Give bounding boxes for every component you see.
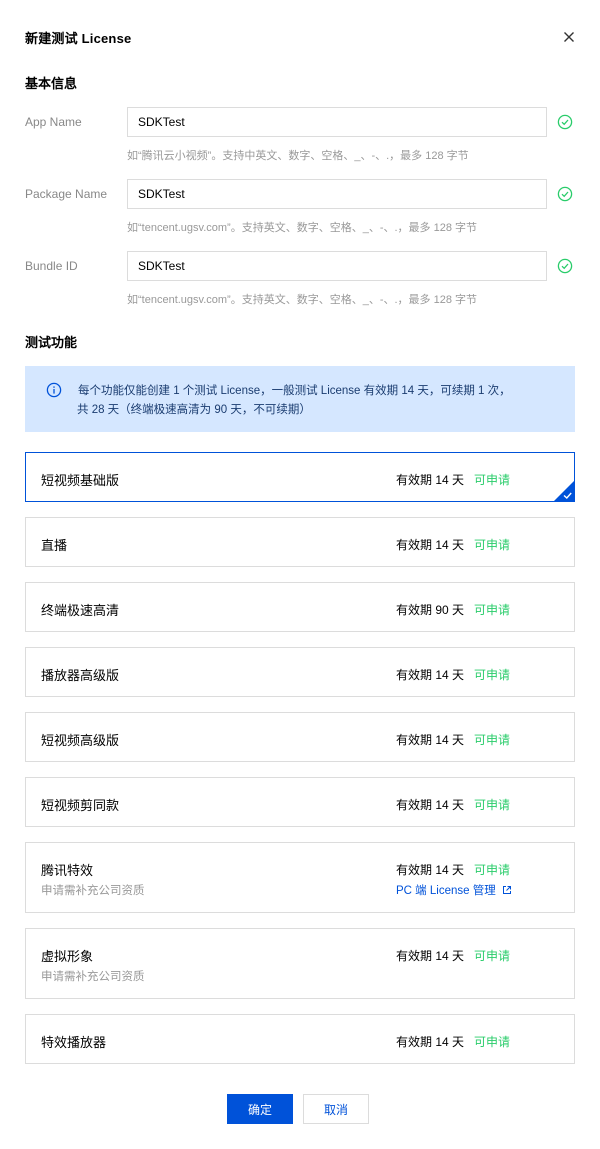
notice-text-line1: 每个功能仅能创建 1 个测试 License，一般测试 License 有效期 … (78, 385, 511, 397)
feature-card-player-premium[interactable]: 播放器高级版 有效期 14 天 可申请 (25, 647, 575, 697)
feature-card-short-video-basic[interactable]: 短视频基础版 有效期 14 天 可申请 (25, 452, 575, 502)
feature-name: 播放器高级版 (41, 668, 120, 683)
feature-requirement: 申请需补充公司资质 (41, 971, 145, 983)
bundle-id-input[interactable] (127, 251, 547, 281)
close-icon[interactable] (560, 28, 578, 46)
feature-validity: 有效期 14 天 (396, 1035, 465, 1049)
confirm-button[interactable]: 确定 (227, 1094, 293, 1124)
feature-name: 直播 (41, 538, 68, 553)
test-features-title: 测试功能 (25, 335, 78, 350)
feature-status: 可申请 (474, 863, 511, 877)
feature-name: 特效播放器 (41, 1035, 107, 1050)
check-circle-icon (557, 186, 573, 202)
info-icon (46, 382, 62, 398)
feature-card-short-video-premium[interactable]: 短视频高级版 有效期 14 天 可申请 (25, 712, 575, 762)
feature-card-effects-player[interactable]: 特效播放器 有效期 14 天 可申请 (25, 1014, 575, 1064)
feature-status: 可申请 (474, 668, 511, 682)
feature-card-tencent-effects[interactable]: 腾讯特效 申请需补充公司资质 有效期 14 天 可申请 PC 端 License… (25, 842, 575, 913)
app-name-label: App Name (25, 115, 82, 129)
feature-card-short-video-template[interactable]: 短视频剪同款 有效期 14 天 可申请 (25, 777, 575, 827)
feature-status: 可申请 (474, 733, 511, 747)
package-name-label: Package Name (25, 187, 108, 201)
selected-check-icon (554, 481, 574, 501)
check-circle-icon (557, 258, 573, 274)
bundle-id-label: Bundle ID (25, 259, 78, 273)
feature-validity: 有效期 14 天 (396, 473, 465, 487)
feature-status: 可申请 (474, 949, 511, 963)
feature-validity: 有效期 14 天 (396, 798, 465, 812)
feature-validity: 有效期 14 天 (396, 863, 465, 877)
feature-status: 可申请 (474, 538, 511, 552)
notice-banner: 每个功能仅能创建 1 个测试 License，一般测试 License 有效期 … (25, 366, 575, 432)
feature-status: 可申请 (474, 473, 511, 487)
feature-status: 可申请 (474, 798, 511, 812)
notice-text-line2: 共 28 天（终端极速高清为 90 天，不可续期） (77, 404, 311, 416)
app-name-hint: 如“腾讯云小视频”。支持中英文、数字、空格、_、-、.，最多 128 字节 (127, 150, 469, 162)
app-name-input[interactable] (127, 107, 547, 137)
cancel-button[interactable]: 取消 (303, 1094, 369, 1124)
feature-name: 腾讯特效 (41, 863, 94, 878)
feature-name: 短视频剪同款 (41, 798, 120, 813)
dialog-title: 新建测试 License (25, 31, 132, 46)
external-link-icon (502, 885, 512, 895)
feature-validity: 有效期 14 天 (396, 538, 465, 552)
feature-status: 可申请 (474, 1035, 511, 1049)
feature-status: 可申请 (474, 603, 511, 617)
feature-validity: 有效期 14 天 (396, 668, 465, 682)
package-name-hint: 如“tencent.ugsv.com”。支持英文、数字、空格、_、-、.，最多 … (127, 222, 478, 234)
feature-name: 虚拟形象 (41, 949, 94, 964)
feature-requirement: 申请需补充公司资质 (41, 885, 145, 897)
basic-info-title: 基本信息 (25, 76, 78, 91)
bundle-id-hint: 如“tencent.ugsv.com”。支持英文、数字、空格、_、-、.，最多 … (127, 294, 478, 306)
feature-validity: 有效期 14 天 (396, 733, 465, 747)
check-circle-icon (557, 114, 573, 130)
feature-validity: 有效期 14 天 (396, 949, 465, 963)
pc-license-manage-label: PC 端 License 管理 (396, 885, 496, 897)
package-name-input[interactable] (127, 179, 547, 209)
feature-card-virtual-avatar[interactable]: 虚拟形象 申请需补充公司资质 有效期 14 天 可申请 (25, 928, 575, 999)
feature-validity: 有效期 90 天 (396, 603, 465, 617)
feature-card-terminal-hd[interactable]: 终端极速高清 有效期 90 天 可申请 (25, 582, 575, 632)
feature-card-live[interactable]: 直播 有效期 14 天 可申请 (25, 517, 575, 567)
feature-name: 短视频高级版 (41, 733, 120, 748)
pc-license-manage-link[interactable]: PC 端 License 管理 (396, 882, 512, 898)
feature-name: 短视频基础版 (41, 473, 120, 488)
feature-name: 终端极速高清 (41, 603, 120, 618)
